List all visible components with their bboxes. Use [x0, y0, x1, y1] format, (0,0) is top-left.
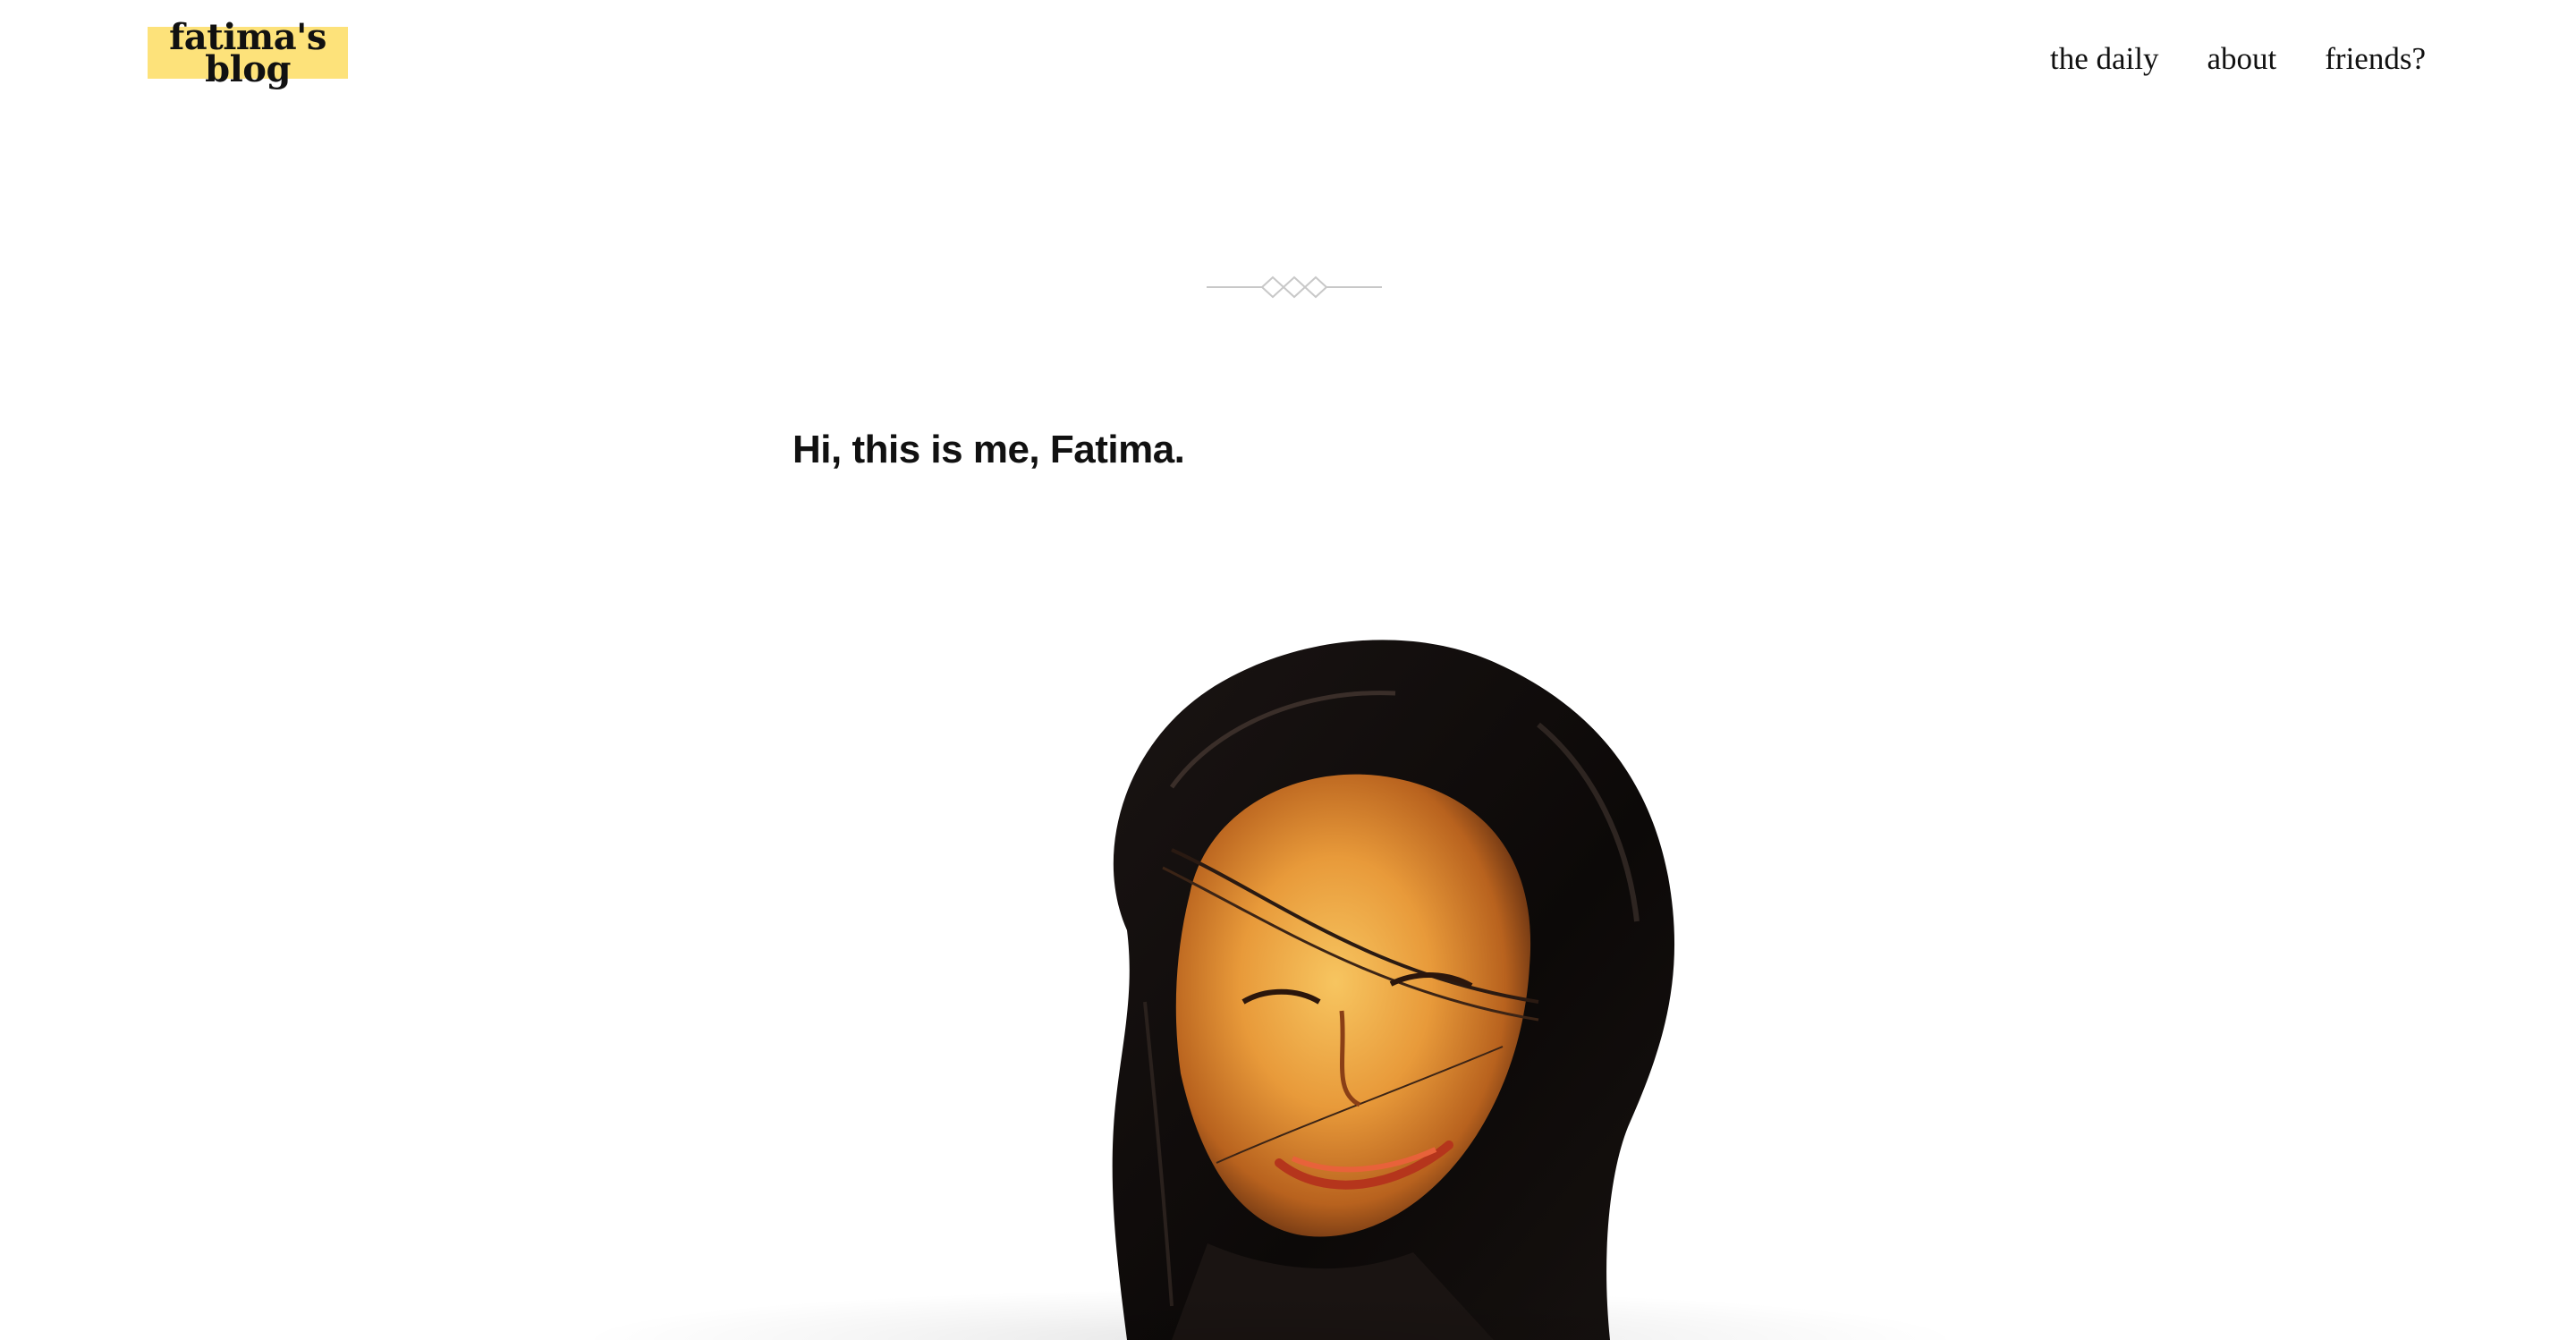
nav-link-the-daily[interactable]: the daily — [2050, 41, 2159, 77]
site-header: fatima's blog the daily about friends? — [0, 0, 2576, 125]
portrait-illustration — [1112, 640, 1675, 1340]
page-headline: Hi, this is me, Fatima. — [792, 428, 1185, 471]
nav-link-about[interactable]: about — [2207, 41, 2277, 77]
logo-line-2: blog — [205, 48, 291, 90]
logo-text: fatima's blog — [148, 20, 348, 90]
nav-link-friends[interactable]: friends? — [2325, 41, 2426, 77]
main-nav: the daily about friends? — [2050, 41, 2426, 77]
site-logo[interactable]: fatima's blog — [148, 20, 348, 97]
diamond-divider-icon — [1207, 276, 1382, 299]
